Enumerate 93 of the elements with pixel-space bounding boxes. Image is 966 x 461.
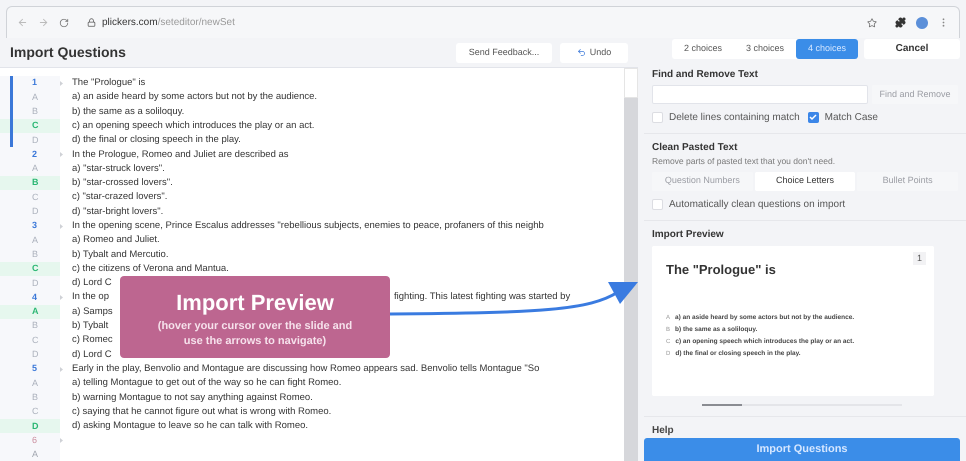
editor-line: a) Romeo and Juliet.	[72, 233, 160, 248]
line-label: A	[32, 448, 38, 461]
fold-arrow-icon[interactable]	[60, 438, 63, 444]
line-label: A	[32, 234, 38, 247]
clean-option-button[interactable]: Choice Letters	[754, 172, 856, 191]
line-label: 5	[32, 362, 38, 376]
find-text-field[interactable]	[652, 84, 868, 104]
editor-line: c) the citizens of Verona and Mantua.	[72, 262, 229, 276]
line-label: B	[32, 104, 38, 118]
line-label: 3	[32, 219, 38, 232]
editor-line: b) warning Montague to not say anything against Romeo.	[72, 390, 313, 405]
editor-line: In the Prologue, Romeo and Juliet are described as	[72, 148, 289, 162]
line-label: C	[32, 190, 38, 204]
editor-line: Early in the play, Benvolio and Montague are discussing how Romeo appears sad. Benvolio tells Montague "So	[72, 362, 540, 376]
fold-arrow-icon[interactable]	[60, 224, 63, 229]
line-label: C	[32, 334, 38, 347]
line-label: A	[32, 162, 38, 176]
fold-arrow-icon[interactable]	[60, 295, 63, 300]
line-label: D	[32, 205, 38, 218]
callout-title: Import Preview	[176, 289, 334, 317]
editor-line: In the opening scene, Prince Escalus addresses "rebellious subjects, enemies to peace, profaners of this neighb	[72, 218, 544, 233]
fold-arrow-icon[interactable]	[60, 366, 63, 372]
editor-line: d) Lord C	[72, 348, 112, 362]
cancel-button[interactable]: Cancel	[864, 38, 960, 59]
back-icon[interactable]	[17, 17, 28, 28]
editor-line: c) an opening speech which introduces the play or an act.	[72, 118, 314, 133]
checkbox[interactable]	[652, 112, 663, 123]
line-label: D	[32, 134, 38, 147]
line-label: 1	[32, 76, 38, 90]
choice-count-tab[interactable]: 2 choices	[672, 38, 734, 59]
callout-text: (hover your cursor over the slide and use the arrows to navigate)	[156, 319, 354, 349]
line-label: C	[32, 405, 38, 418]
profile-avatar[interactable]	[916, 16, 928, 28]
editor-line: a) telling Montague to get out of the way so he can fight Romeo.	[72, 376, 342, 390]
lock-icon	[87, 18, 96, 27]
fold-arrow-icon[interactable]	[60, 152, 63, 158]
section-heading: Import Preview	[652, 228, 725, 242]
slide-number: 1	[912, 252, 926, 266]
editor-line: d) "star-bright lovers".	[72, 204, 164, 219]
section-heading: Find and Remove Text	[652, 68, 759, 82]
editor-line: c) "star-crazed lovers".	[72, 190, 168, 204]
editor-line: d) asking Montague to leave so he can talk with Romeo.	[72, 419, 308, 434]
send-feedback-button[interactable]: Send Feedback...	[456, 42, 552, 62]
undo-icon	[576, 48, 586, 57]
reload-icon[interactable]	[59, 18, 69, 28]
editor-line: d) the final or closing speech in the play.	[72, 133, 241, 148]
editor-line: b) Tybalt	[72, 319, 108, 334]
editor-line: c) saying that he cannot figure out what is wrong with Romeo.	[72, 404, 332, 419]
checkbox-label: Delete lines containing match	[669, 110, 800, 125]
line-label: 2	[32, 148, 38, 161]
editor-line: a) an aside heard by some actors but not by the audience.	[72, 90, 318, 104]
line-label: B	[32, 176, 38, 190]
choice-count-tab[interactable]: 3 choices	[734, 38, 796, 59]
line-label: B	[32, 248, 38, 261]
editor-line: a) Samps	[72, 304, 113, 319]
line-label: D	[32, 420, 38, 433]
line-label: C	[32, 119, 38, 132]
editor-line: a) "star-struck lovers".	[72, 162, 165, 176]
checkbox-label: Automatically clean questions on import	[669, 198, 846, 212]
fold-arrow-icon[interactable]	[60, 80, 63, 86]
checkbox[interactable]	[808, 112, 819, 123]
line-label: C	[32, 262, 38, 276]
editor-line: b) "star-crossed lovers".	[72, 176, 173, 190]
editor-line: b) Tybalt and Mercutio.	[72, 248, 168, 262]
checkmark-icon	[809, 113, 818, 122]
section-subtitle: Remove parts of pasted text that you don't need.	[652, 154, 836, 168]
line-label: A	[32, 90, 38, 104]
line-label: D	[32, 348, 38, 362]
line-label: A	[32, 305, 38, 318]
line-label: 6	[32, 434, 38, 447]
preview-question: The "Prologue" is	[666, 262, 776, 277]
url-text[interactable]: plickers.com/seteditor/newSet	[102, 15, 235, 30]
undo-button[interactable]: Undo	[560, 42, 628, 62]
editor-line: b) the same as a soliloquy.	[72, 104, 184, 119]
line-label: D	[32, 276, 38, 290]
line-label: B	[32, 319, 38, 332]
forward-icon[interactable]	[38, 17, 49, 28]
line-label: B	[32, 390, 38, 404]
scrollbar[interactable]	[624, 68, 638, 461]
editor-line: In the op	[72, 290, 109, 304]
section-heading: Clean Pasted Text	[652, 140, 738, 155]
editor-line: c) Romec	[72, 333, 113, 348]
help-heading: Help	[652, 424, 675, 438]
checkbox-label: Match Case	[824, 110, 878, 125]
puzzle-icon[interactable]	[895, 17, 906, 28]
editor-line: The "Prologue" is	[72, 76, 146, 90]
editor-line: fighting. This latest fighting was started by	[394, 290, 570, 304]
checkbox[interactable]	[652, 198, 663, 210]
editor-line: d) Lord C	[72, 276, 112, 290]
star-icon[interactable]	[867, 18, 877, 28]
line-label: A	[32, 376, 38, 390]
line-label: 4	[32, 290, 38, 304]
page-title: Import Questions	[10, 43, 126, 62]
